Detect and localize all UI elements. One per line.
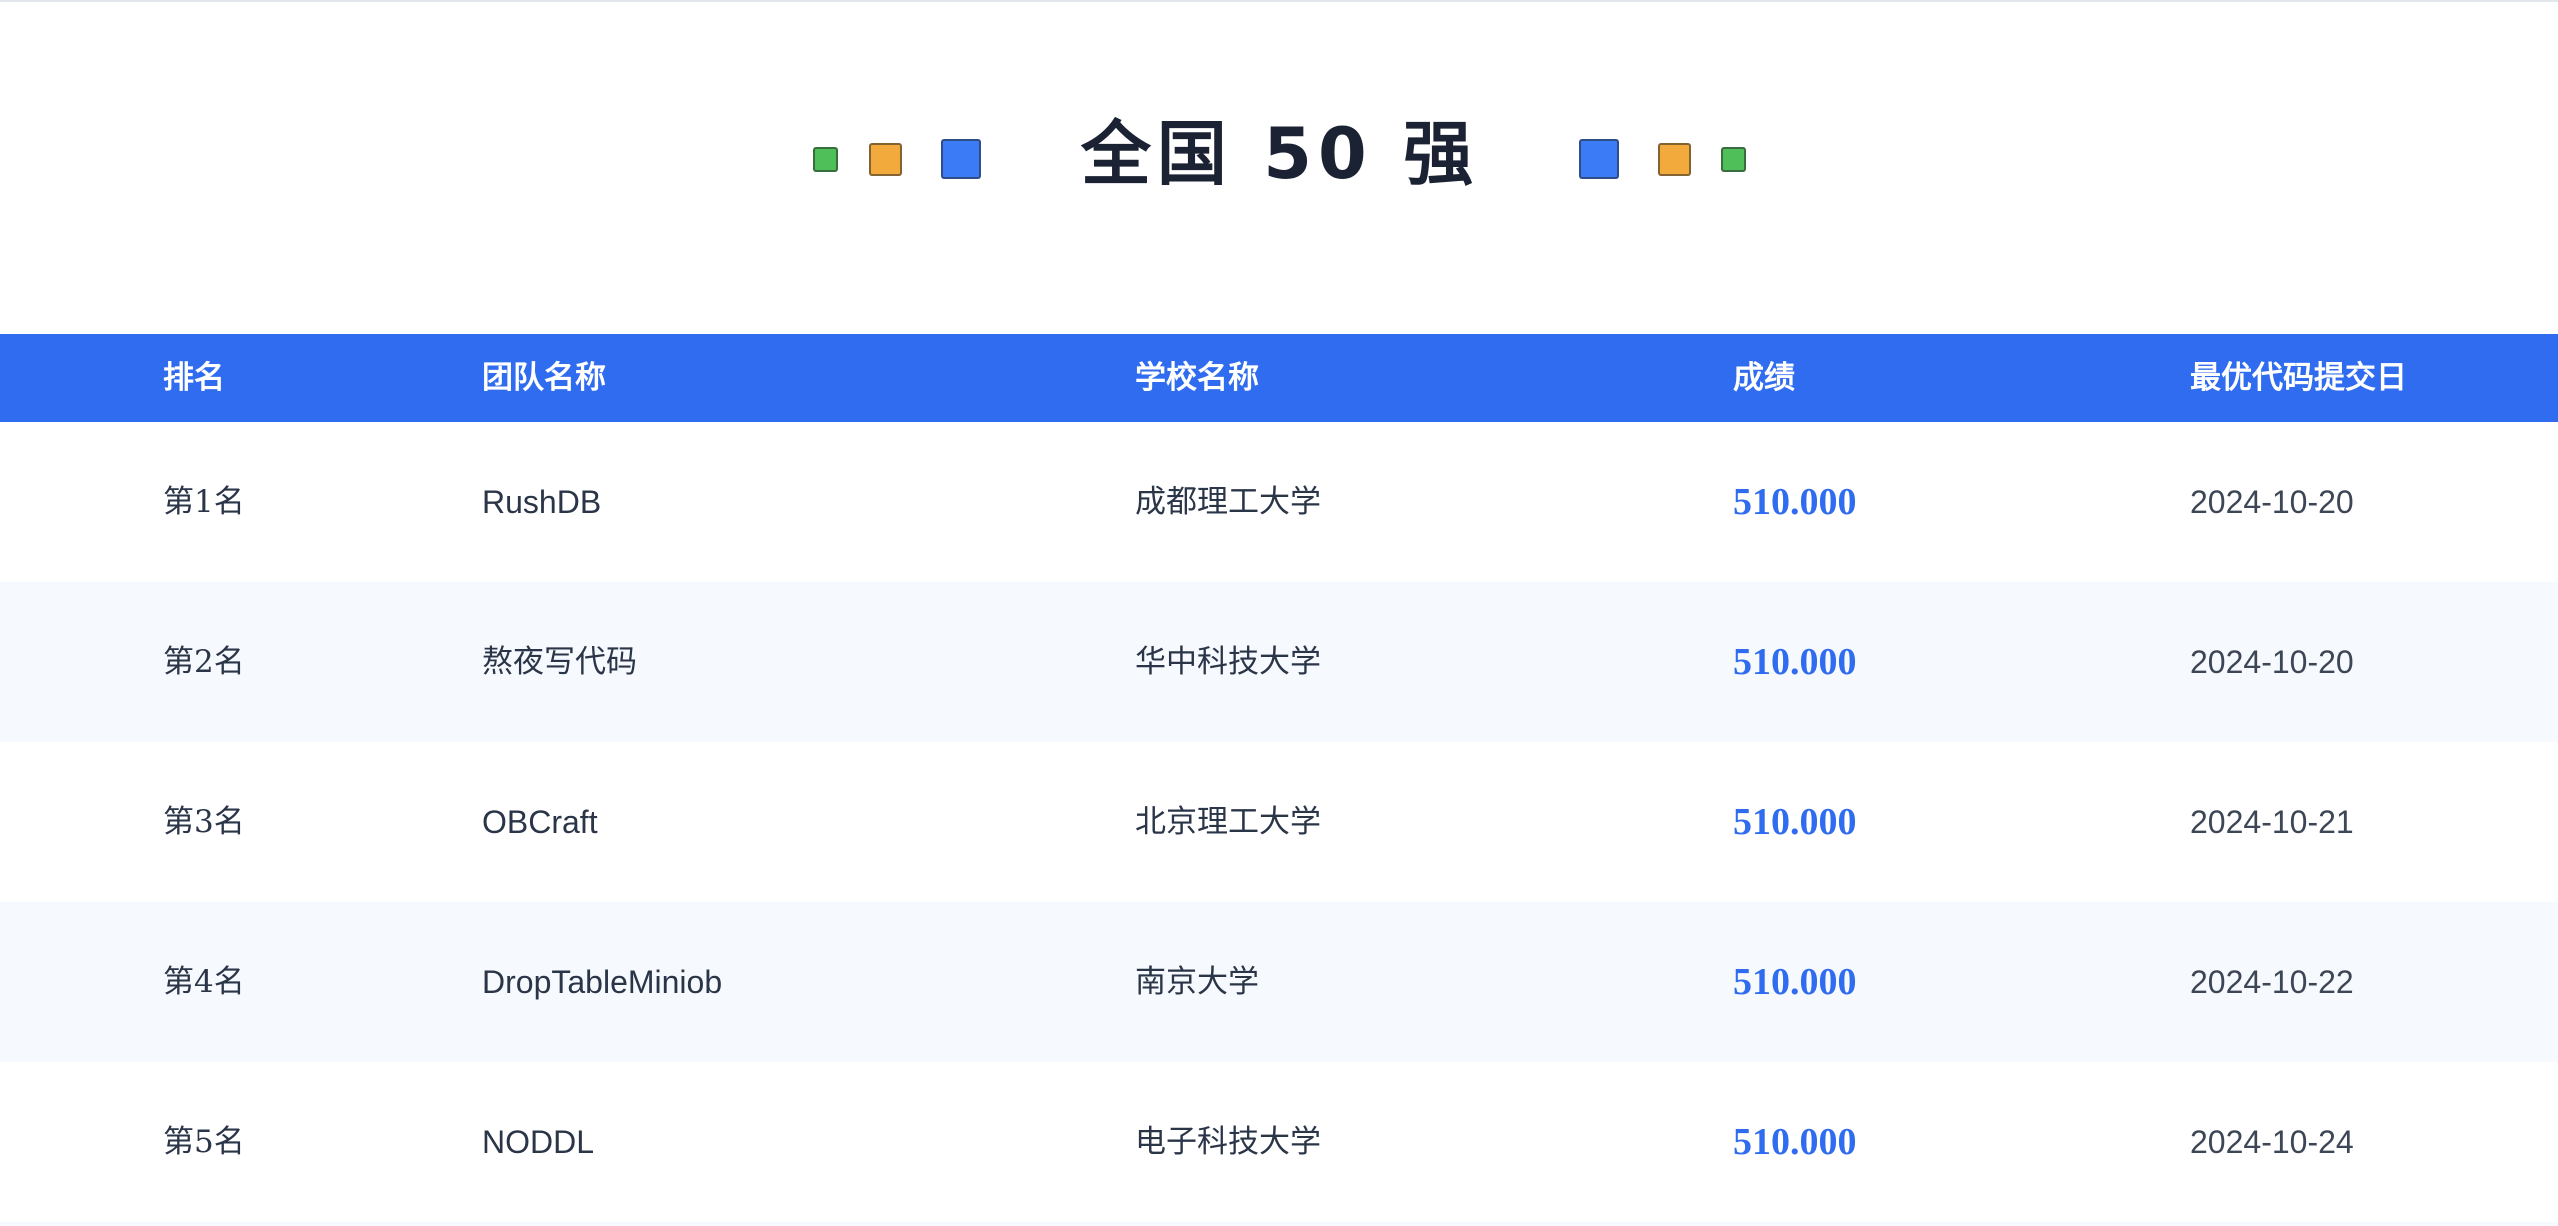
rank-cell: 第1名 [163, 484, 245, 520]
header-school: 学校名称 [1135, 360, 1259, 396]
score-cell: 510.000 [1733, 641, 1857, 683]
team-cell: NODDL [482, 1124, 595, 1160]
date-cell: 2024-10-20 [2190, 484, 2354, 520]
decor-square-small-green-left [813, 147, 838, 172]
team-cell: 熬夜写代码 [482, 644, 637, 680]
team-cell: OBCraft [482, 804, 598, 840]
score-cell: 510.000 [1733, 961, 1857, 1003]
score-cell: 510.000 [1733, 481, 1857, 523]
rank-cell: 第5名 [163, 1124, 245, 1160]
date-cell: 2024-10-21 [2190, 804, 2354, 840]
team-cell: RushDB [482, 484, 602, 520]
decor-square-large-blue-right [1579, 139, 1619, 179]
ranking-page: 全国 50 强 排名 团队名称 学校名称 成绩 最优代码提交日 第1名 Rush… [0, 0, 2558, 1226]
title-banner: 全国 50 强 [0, 2, 2558, 332]
header-score: 成绩 [1733, 360, 1795, 396]
school-cell: 电子科技大学 [1135, 1124, 1321, 1160]
decor-square-small-green-right [1721, 147, 1746, 172]
score-cell: 510.000 [1733, 801, 1857, 843]
rank-cell: 第3名 [163, 804, 245, 840]
team-cell: DropTableMiniob [482, 964, 723, 1000]
table-row: 第1名 RushDB 成都理工大学 510.000 2024-10-20 [0, 422, 2558, 582]
ranking-table: 排名 团队名称 学校名称 成绩 最优代码提交日 第1名 RushDB 成都理工大… [0, 334, 2558, 1226]
table-row-partial [0, 1222, 2558, 1226]
table-row: 第5名 NODDL 电子科技大学 510.000 2024-10-24 [0, 1062, 2558, 1222]
date-cell: 2024-10-20 [2190, 644, 2354, 680]
table-row: 第3名 OBCraft 北京理工大学 510.000 2024-10-21 [0, 742, 2558, 902]
table-header: 排名 团队名称 学校名称 成绩 最优代码提交日 [0, 334, 2558, 422]
page-title: 全国 50 强 [1080, 113, 1480, 195]
decor-square-large-blue-left [941, 139, 981, 179]
table-row: 第2名 熬夜写代码 华中科技大学 510.000 2024-10-20 [0, 582, 2558, 742]
header-date: 最优代码提交日 [2190, 360, 2407, 396]
date-cell: 2024-10-22 [2190, 964, 2354, 1000]
table-row: 第4名 DropTableMiniob 南京大学 510.000 2024-10… [0, 902, 2558, 1062]
date-cell: 2024-10-24 [2190, 1124, 2354, 1160]
score-cell: 510.000 [1733, 1121, 1857, 1163]
decor-square-medium-orange-left [869, 143, 902, 176]
school-cell: 华中科技大学 [1135, 644, 1321, 680]
header-team: 团队名称 [482, 360, 606, 396]
decor-square-medium-orange-right [1658, 143, 1691, 176]
rank-cell: 第2名 [163, 644, 245, 680]
school-cell: 成都理工大学 [1135, 484, 1321, 520]
header-rank: 排名 [163, 360, 225, 396]
rank-cell: 第4名 [163, 964, 245, 1000]
school-cell: 南京大学 [1135, 964, 1259, 1000]
school-cell: 北京理工大学 [1135, 804, 1321, 840]
